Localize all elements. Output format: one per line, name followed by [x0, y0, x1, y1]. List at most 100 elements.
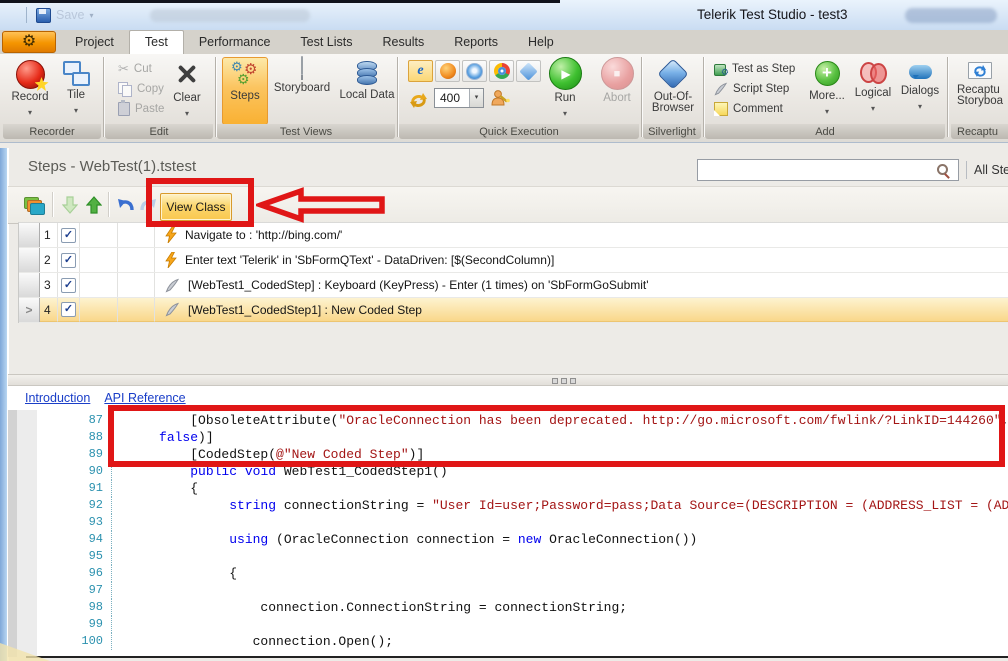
- copy-label: Copy: [137, 83, 164, 95]
- step-description-cell[interactable]: [WebTest1_CodedStep] : Keyboard (KeyPres…: [155, 273, 1008, 297]
- tab-performance[interactable]: Performance: [184, 30, 286, 54]
- test-as-step-icon: ⚙: [714, 63, 729, 77]
- panel-splitter[interactable]: [8, 374, 1008, 386]
- row-header[interactable]: [19, 223, 40, 247]
- step-text: Navigate to : 'http://bing.com/': [185, 228, 343, 242]
- silverlight-gem-icon: [657, 58, 689, 90]
- silverlight-browser-button[interactable]: [516, 60, 541, 82]
- tab-test[interactable]: Test: [128, 30, 184, 55]
- play-icon: [548, 57, 582, 90]
- tab-project[interactable]: Project: [60, 30, 129, 54]
- abort-button[interactable]: Abort: [594, 57, 640, 123]
- storyboard-label: Storyboard: [273, 82, 331, 94]
- refresh-speed-button[interactable]: [406, 88, 430, 112]
- safari-browser-button[interactable]: [462, 60, 487, 82]
- firefox-browser-button[interactable]: [435, 60, 460, 82]
- tab-test-lists[interactable]: Test Lists: [285, 30, 367, 54]
- splitter-grip-icon[interactable]: [552, 378, 576, 384]
- storyboard-button[interactable]: Storyboard: [270, 56, 334, 123]
- code-line-97: 97: [37, 582, 1008, 599]
- clear-button[interactable]: Clear: [166, 57, 208, 123]
- qat-separator: [26, 7, 27, 23]
- oob-label: Out-Of- Browser: [651, 91, 695, 114]
- speed-combo[interactable]: 400: [434, 88, 484, 108]
- step-description-cell[interactable]: Enter text 'Telerik' in 'SbFormQText' - …: [155, 248, 1008, 272]
- steps-filter-dropdown[interactable]: All Step: [974, 163, 1008, 177]
- local-data-button[interactable]: Local Data: [338, 57, 396, 123]
- tab-help[interactable]: Help: [513, 30, 569, 54]
- magnifier-icon[interactable]: [937, 164, 950, 177]
- dialogs-button[interactable]: Dialogs: [898, 57, 942, 123]
- checkbox-check-icon: ✓: [61, 227, 76, 243]
- lightning-icon: [165, 252, 177, 268]
- lightning-icon: [165, 227, 177, 243]
- step-row-3[interactable]: 3 ✓ [WebTest1_CodedStep] : Keyboard (KeyPr…: [19, 273, 1008, 298]
- cut-button[interactable]: ✂ Cut: [118, 60, 152, 78]
- group-separator: [947, 57, 948, 137]
- ie-browser-button[interactable]: e: [408, 60, 433, 82]
- quill-icon: [714, 82, 728, 96]
- step-cell-empty: [118, 273, 155, 297]
- step-row-4[interactable]: >4 ✓ [WebTest1_CodedStep1] : New Coded Ste…: [19, 298, 1008, 323]
- step-checkbox[interactable]: ✓: [58, 223, 80, 247]
- step-cell-empty: [80, 248, 118, 272]
- tab-reports[interactable]: Reports: [439, 30, 513, 54]
- link-introduction[interactable]: Introduction: [25, 391, 90, 405]
- steps-view-button[interactable]: ⚙ ⚙ ⚙ Steps: [222, 57, 268, 125]
- recapture-storyboard-button[interactable]: Recaptu Storyboa: [952, 57, 1008, 123]
- down-arrow-icon: [62, 196, 78, 214]
- link-api-reference[interactable]: API Reference: [104, 391, 185, 405]
- record-button[interactable]: Record: [8, 57, 52, 123]
- script-step-button[interactable]: Script Step: [714, 80, 789, 98]
- record-caret-icon: [28, 102, 32, 120]
- recapture-label: Recaptu Storyboa: [956, 84, 1004, 107]
- window-title: Telerik Test Studio - test3: [697, 7, 848, 22]
- save-button[interactable]: Save: [56, 8, 85, 22]
- clear-x-icon: [176, 63, 198, 85]
- copy-button[interactable]: Copy: [118, 80, 164, 98]
- move-step-down-button[interactable]: [58, 193, 82, 217]
- paste-icon: [118, 100, 130, 116]
- quill-icon: [165, 278, 180, 293]
- steps-panel-title: Steps - WebTest(1).tstest: [28, 158, 197, 175]
- row-header[interactable]: >: [19, 298, 40, 322]
- step-checkbox[interactable]: ✓: [58, 298, 80, 322]
- paste-button[interactable]: Paste: [118, 100, 164, 118]
- steps-search-input[interactable]: [697, 159, 959, 181]
- save-dropdown-caret[interactable]: ▾: [90, 11, 94, 20]
- step-row-2[interactable]: 2 ✓ Enter text 'Telerik' in 'SbFormQText' …: [19, 248, 1008, 273]
- comment-button[interactable]: Comment: [714, 100, 783, 118]
- out-of-browser-button[interactable]: Out-Of- Browser: [645, 57, 701, 123]
- undo-button[interactable]: [114, 193, 138, 217]
- copy-icon: [118, 82, 132, 97]
- code-line-94: 94 using (OracleConnection connection = …: [37, 531, 1008, 548]
- user-settings-button[interactable]: [488, 86, 512, 110]
- up-arrow-icon: [86, 196, 102, 214]
- run-button[interactable]: Run: [542, 57, 588, 123]
- group-separator: [215, 57, 216, 137]
- logical-button[interactable]: Logical: [852, 57, 894, 123]
- safari-icon: [466, 62, 483, 80]
- manage-steps-button[interactable]: [22, 193, 46, 217]
- line-number: 91: [37, 480, 112, 497]
- step-description-cell[interactable]: [WebTest1_CodedStep1] : New Coded Step: [155, 298, 1008, 322]
- row-header[interactable]: [19, 273, 40, 297]
- save-icon[interactable]: [36, 7, 51, 23]
- step-checkbox[interactable]: ✓: [58, 273, 80, 297]
- step-description-cell[interactable]: Navigate to : 'http://bing.com/': [155, 223, 1008, 247]
- redacted-toolbar-area: [150, 9, 310, 22]
- firefox-icon: [439, 63, 456, 79]
- chrome-browser-button[interactable]: [489, 60, 514, 82]
- run-caret-icon: [563, 103, 567, 121]
- more-button[interactable]: More...: [806, 57, 848, 123]
- application-menu-button[interactable]: ⚙: [2, 31, 56, 53]
- row-header[interactable]: [19, 248, 40, 272]
- tab-results[interactable]: Results: [368, 30, 440, 54]
- line-number: 97: [37, 582, 112, 599]
- test-as-step-button[interactable]: ⚙ Test as Step: [714, 60, 795, 78]
- speed-dropdown-caret[interactable]: [469, 89, 483, 107]
- move-step-up-button[interactable]: [82, 193, 106, 217]
- tile-button[interactable]: Tile: [56, 57, 96, 123]
- step-checkbox[interactable]: ✓: [58, 248, 80, 272]
- line-number: 94: [37, 531, 112, 548]
